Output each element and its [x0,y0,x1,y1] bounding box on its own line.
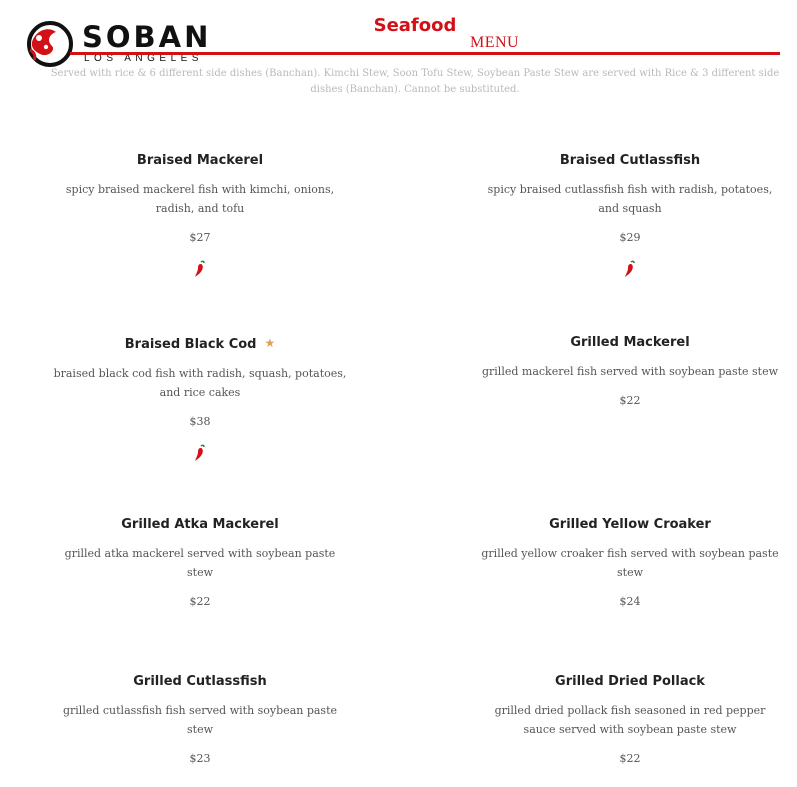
brand-name: SOBAN [82,20,212,54]
item-description: grilled dried pollack fish seasoned in r… [494,704,766,736]
item-price: $22 [619,752,641,765]
menu-item: Grilled Dried Pollack grilled dried poll… [480,673,780,767]
menu-item: Braised Mackerel spicy braised mackerel … [50,152,350,283]
item-name: Grilled Cutlassfish [133,674,267,689]
menu-link[interactable]: MENU [470,34,519,52]
item-price: $29 [619,231,641,244]
item-price: $22 [619,394,641,407]
star-icon: ★ [264,336,276,350]
logo-mark-icon [27,21,73,67]
item-description: grilled cutlassfish fish served with soy… [62,704,338,736]
item-name: Braised Mackerel [136,153,264,168]
menu-item: Grilled Mackerel grilled mackerel fish s… [480,334,780,409]
item-name: Braised Cutlassfish [559,153,701,168]
menu-item: Grilled Atka Mackerel grilled atka macke… [50,516,350,610]
item-price: $38 [189,415,211,428]
item-price: $22 [189,595,211,608]
item-name: Braised Black Cod [124,337,257,352]
header-divider [70,52,780,55]
item-price: $27 [189,231,211,244]
chili-pepper-icon [195,444,205,461]
soban-logo[interactable]: SOBAN LOS ANGELES [26,20,226,70]
item-description: braised black cod fish with radish, squa… [53,367,347,399]
item-name: Grilled Mackerel [570,335,690,350]
menu-item: Braised Black Cod ★ braised black cod fis… [50,334,350,467]
item-price: $24 [619,595,641,608]
item-description: grilled yellow croaker fish served with … [481,547,779,579]
serving-notice: Served with rice & 6 different side dish… [50,68,780,95]
menu-item: Braised Cutlassfish spicy braised cutlas… [480,152,780,283]
item-name: Grilled Yellow Croaker [549,517,711,532]
item-description: grilled atka mackerel served with soybea… [64,547,336,579]
menu-item: Grilled Cutlassfish grilled cutlassfish … [50,673,350,767]
item-price: $23 [189,752,211,765]
item-description: spicy braised mackerel fish with kimchi,… [65,183,335,215]
site-header: SOBAN LOS ANGELES Seafood MENU Served wi… [0,0,797,100]
item-name-row: Braised Black Cod ★ [50,334,350,354]
item-description: grilled mackerel fish served with soybea… [481,365,779,378]
menu-item: Grilled Yellow Croaker grilled yellow cr… [480,516,780,610]
item-description: spicy braised cutlassfish fish with radi… [487,183,773,215]
chili-pepper-icon [195,260,205,277]
chili-pepper-icon [625,260,635,277]
item-name: Grilled Dried Pollack [555,674,705,689]
item-name: Grilled Atka Mackerel [121,517,279,532]
